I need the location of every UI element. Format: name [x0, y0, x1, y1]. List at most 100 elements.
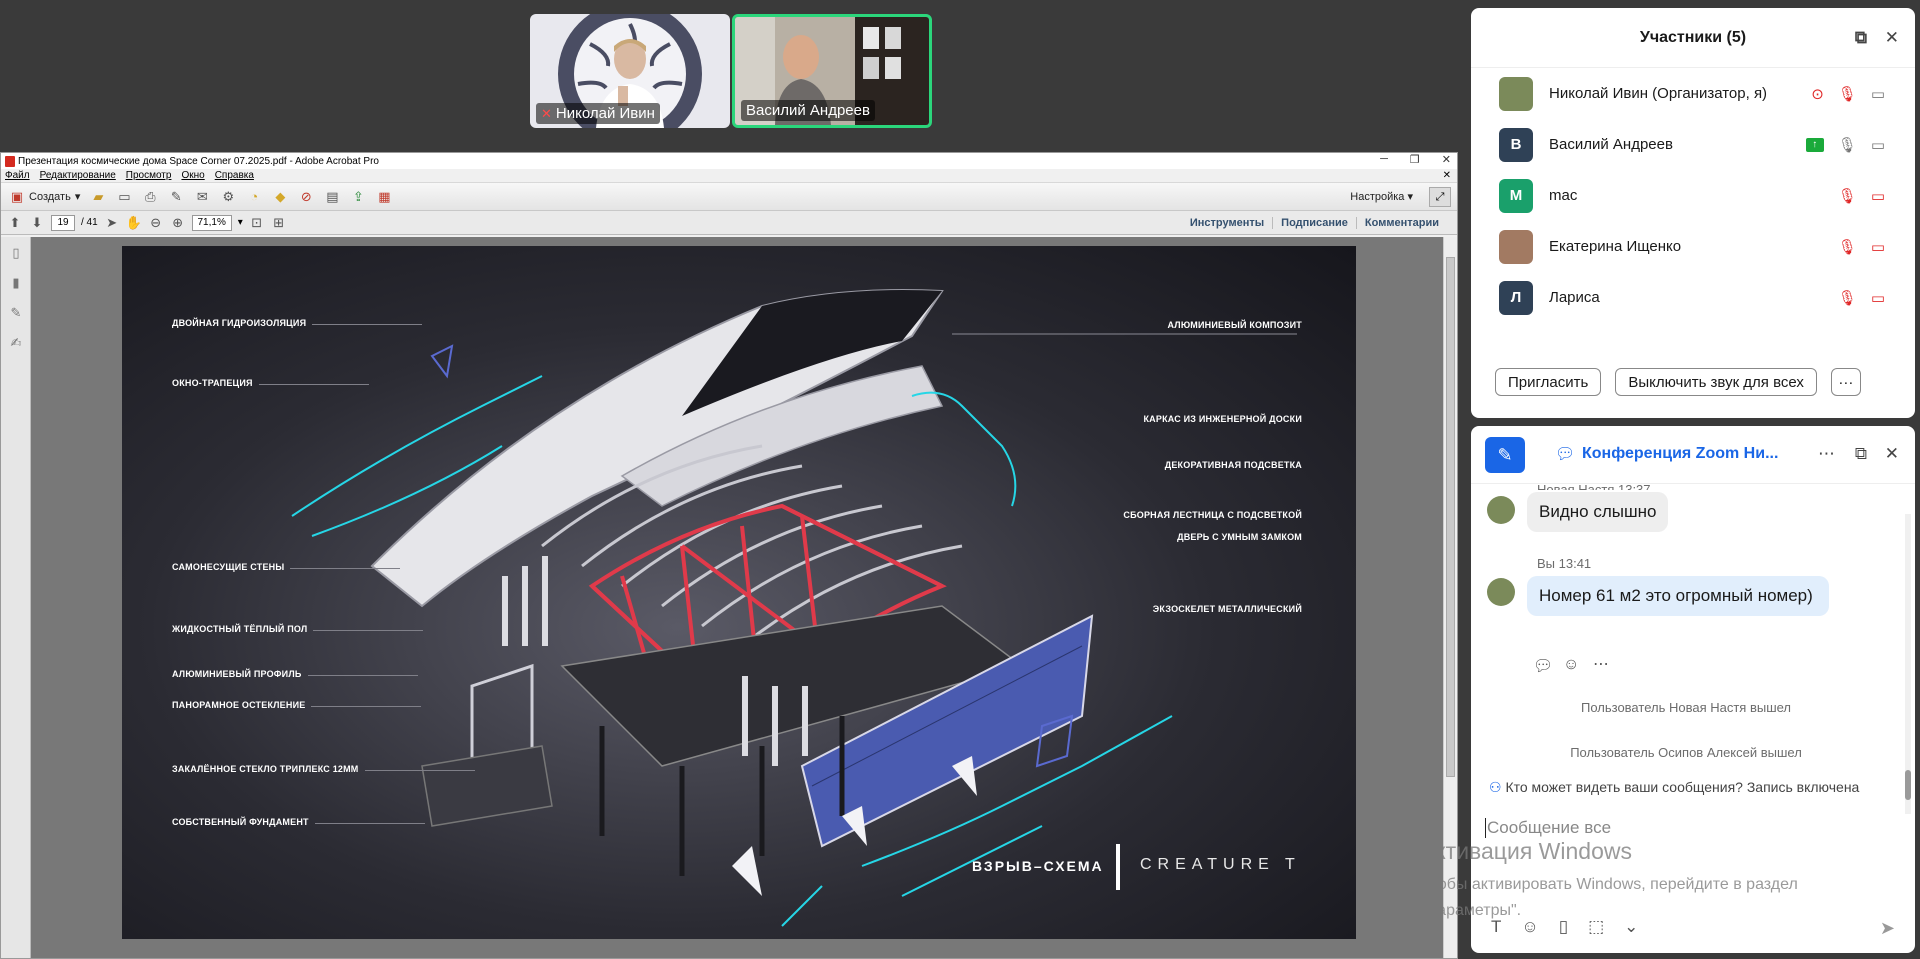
video-off-icon[interactable]: ▭: [1871, 187, 1885, 205]
send-icon[interactable]: ➤: [1880, 918, 1895, 939]
label-engineered-frame: КАРКАС ИЗ ИНЖЕНЕРНОЙ ДОСКИ: [1143, 414, 1302, 424]
attachment-icon[interactable]: ✎: [8, 305, 24, 321]
video-tile-nikolay[interactable]: ✕ Николай Ивин: [530, 14, 730, 128]
fit-page-icon[interactable]: ⊡: [249, 215, 265, 231]
label-exoskeleton: ЭКЗОСКЕЛЕТ МЕТАЛЛИЧЕСКИЙ: [1152, 604, 1302, 614]
signature-icon[interactable]: ✍: [8, 335, 24, 351]
minimize-icon[interactable]: ─: [1380, 153, 1388, 166]
mic-muted-icon[interactable]: 🎙︎: [1838, 289, 1857, 307]
sign-link[interactable]: Подписание: [1272, 216, 1356, 229]
print-icon[interactable]: ⎙: [142, 189, 158, 205]
redact-icon[interactable]: ⊘: [298, 189, 314, 205]
mic-muted-icon[interactable]: 🎙︎: [1838, 187, 1857, 205]
video-icon[interactable]: ▭: [1871, 136, 1885, 154]
label-aluminum-profile: АЛЮМИНИЕВЫЙ ПРОФИЛЬ: [172, 669, 417, 679]
save-icon[interactable]: ▭: [116, 189, 132, 205]
popout-icon[interactable]: ⧉: [1855, 28, 1867, 48]
more-icon[interactable]: ⋯: [1818, 444, 1835, 464]
menu-help[interactable]: Справка: [215, 170, 254, 181]
chat-scrollbar[interactable]: [1905, 514, 1911, 814]
gear-icon[interactable]: ⚙: [220, 189, 236, 205]
close-icon[interactable]: ✕: [1885, 28, 1899, 48]
zoom-dropdown-icon[interactable]: ▾: [238, 217, 243, 228]
scrollbar-thumb[interactable]: [1446, 257, 1455, 777]
email-icon[interactable]: ✉: [194, 189, 210, 205]
avatar: В: [1499, 127, 1533, 162]
invite-button[interactable]: Пригласить: [1495, 368, 1602, 396]
zoom-input[interactable]: 71,1%: [191, 214, 232, 231]
privacy-notice[interactable]: ⚇ Кто может видеть ваши сообщения? Запис…: [1489, 779, 1859, 796]
close-icon[interactable]: ✕: [1885, 444, 1899, 464]
video-off-icon[interactable]: ▭: [1871, 289, 1885, 307]
create-button[interactable]: ▣ Создать ▾: [9, 189, 81, 205]
comments-link[interactable]: Комментарии: [1355, 216, 1447, 229]
pages-thumbnail-icon[interactable]: ▯: [8, 245, 24, 261]
label-waterproofing: ДВОЙНАЯ ГИДРОИЗОЛЯЦИЯ: [172, 318, 423, 328]
pages-icon[interactable]: ▤: [324, 189, 340, 205]
edit-icon[interactable]: ✎: [168, 189, 184, 205]
tile-name: Василий Андреев: [741, 100, 875, 121]
video-tile-vasily[interactable]: Василий Андреев: [732, 14, 932, 128]
open-folder-icon[interactable]: ▰: [90, 189, 106, 205]
participant-name: Екатерина Ищенко: [1549, 238, 1682, 255]
page-down-icon[interactable]: ⬇: [29, 215, 45, 231]
export-icon[interactable]: ⇪: [350, 189, 366, 205]
mute-all-button[interactable]: Выключить звук для всех: [1615, 368, 1817, 396]
settings-dropdown[interactable]: Настройка ▾: [1350, 190, 1413, 203]
menu-edit[interactable]: Редактирование: [40, 170, 116, 181]
comment-icon[interactable]: ◔: [246, 189, 262, 205]
exploded-house-illustration: [291, 289, 1297, 927]
chat-header: ✎ 💬︎ Конференция Zoom Ни... ⋯ ⧉ ✕: [1471, 426, 1915, 484]
chat-title[interactable]: Конференция Zoom Ни...: [1582, 445, 1778, 463]
windows-activation-text: Чтобы активировать Windows, перейдите в …: [1420, 876, 1798, 919]
mic-icon[interactable]: 🎙︎: [1838, 136, 1857, 154]
acrobat-titlebar: Презентация космические дома Space Corne…: [1, 153, 1457, 169]
select-cursor-icon[interactable]: ➤: [104, 215, 120, 231]
close-icon[interactable]: ✕: [1442, 153, 1451, 166]
zoom-out-icon[interactable]: ⊖: [148, 215, 164, 231]
video-icon[interactable]: ▭: [1871, 85, 1885, 103]
message-input[interactable]: Сообщение все: [1485, 818, 1611, 838]
page-up-icon[interactable]: ⬆: [7, 215, 23, 231]
mic-muted-icon[interactable]: 🎙︎: [1838, 238, 1857, 256]
participant-row[interactable]: В Василий Андреев ↑ 🎙︎ ▭: [1471, 119, 1915, 170]
participant-row[interactable]: Л Лариса 🎙︎ ▭: [1471, 272, 1915, 323]
hand-tool-icon[interactable]: ✋: [126, 215, 142, 231]
tools-link[interactable]: Инструменты: [1182, 217, 1272, 229]
bookmark-icon[interactable]: ▮: [8, 275, 24, 291]
avatar: [1499, 76, 1533, 111]
label-trapezoid-window: ОКНО-ТРАПЕЦИЯ: [172, 378, 368, 388]
avatar: Л: [1499, 280, 1533, 315]
restore-icon[interactable]: ❐: [1410, 153, 1420, 166]
emoji-react-icon[interactable]: ☺: [1563, 656, 1579, 674]
more-button[interactable]: ···: [1830, 368, 1861, 396]
chevron-down-icon: ▾: [74, 191, 81, 203]
reply-icon[interactable]: 💬︎: [1533, 656, 1553, 676]
label-heated-floor: ЖИДКОСТНЫЙ ТЁПЛЫЙ ПОЛ: [172, 624, 425, 634]
label-decorative-lighting: ДЕКОРАТИВНАЯ ПОДСВЕТКА: [1164, 460, 1302, 470]
mic-muted-icon[interactable]: 🎙︎: [1838, 85, 1857, 103]
participants-title: Участники (5): [1639, 28, 1747, 46]
fit-width-icon[interactable]: ⊞: [271, 215, 287, 231]
participant-row[interactable]: Екатерина Ищенко 🎙︎ ▭: [1471, 221, 1915, 272]
participant-row[interactable]: M mac 🎙︎ ▭: [1471, 170, 1915, 221]
menu-window[interactable]: Окно: [181, 170, 204, 181]
compose-icon[interactable]: ✎: [1485, 437, 1525, 473]
participant-name: Василий Андреев: [1549, 136, 1673, 153]
scrollbar-thumb[interactable]: [1905, 770, 1911, 800]
highlight-icon[interactable]: ◆: [272, 189, 288, 205]
popout-icon[interactable]: ⧉: [1855, 444, 1867, 464]
avatar: M: [1499, 178, 1533, 213]
menu-file[interactable]: Файл: [5, 170, 30, 181]
video-off-icon[interactable]: ▭: [1871, 238, 1885, 256]
close-doc-icon[interactable]: ✕: [1443, 170, 1451, 181]
zoom-in-icon[interactable]: ⊕: [170, 215, 186, 231]
chat-icon: 💬︎: [1555, 446, 1576, 463]
participant-row[interactable]: Николай Ивин (Организатор, я) ⊙ 🎙︎ ▭: [1471, 68, 1915, 119]
menu-view[interactable]: Просмотр: [126, 170, 172, 181]
fullscreen-icon[interactable]: ⤢: [1429, 186, 1451, 207]
form-icon[interactable]: ▦: [376, 189, 392, 205]
more-icon[interactable]: ⋯: [1593, 654, 1609, 674]
video-strip: ✕ Николай Ивин Василий Андреев: [530, 14, 932, 128]
page-number-input[interactable]: 19: [51, 214, 75, 231]
